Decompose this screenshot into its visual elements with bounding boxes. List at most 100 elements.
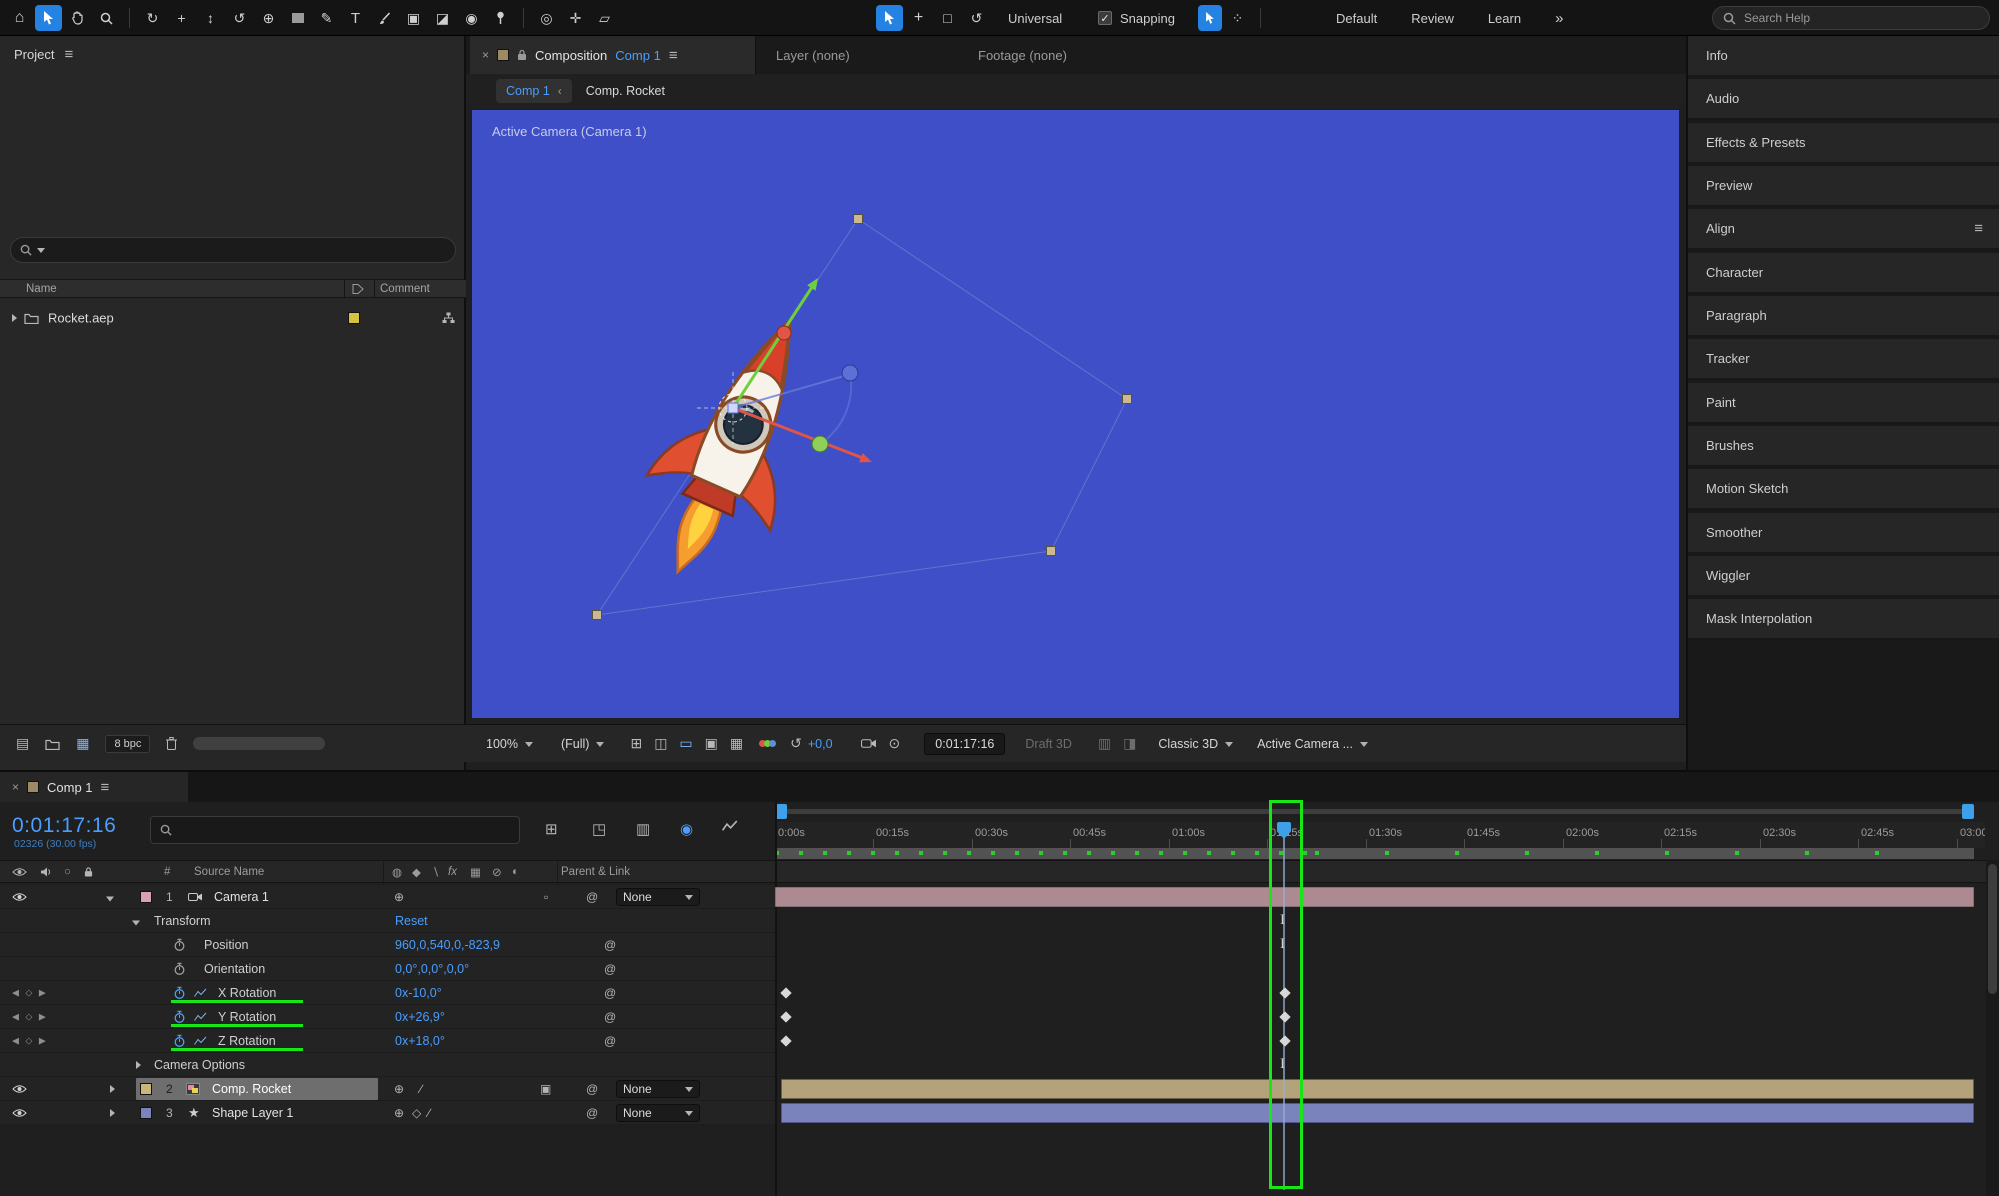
rocket-layer-duration-bar[interactable] xyxy=(781,1079,1974,1099)
magnification-dropdown[interactable]: 100% xyxy=(486,737,533,751)
orientation-value[interactable]: 0,0°,0,0°,0,0° xyxy=(395,962,469,976)
safe-zones-icon[interactable]: ⊞ xyxy=(630,735,642,752)
hide-shy-layers-icon[interactable]: ▥ xyxy=(636,820,650,838)
pick-whip-icon[interactable]: @ xyxy=(604,986,616,1000)
panel-menu-icon[interactable]: ≡ xyxy=(64,46,73,63)
composition-viewport[interactable]: Active Camera (Camera 1) xyxy=(472,110,1679,718)
move-gizmo-icon[interactable]: + xyxy=(905,5,932,31)
y-rotation-value[interactable]: 0x+26,9° xyxy=(395,1010,445,1024)
puppet-pin-tool-icon[interactable] xyxy=(487,5,514,31)
workspace-review[interactable]: Review xyxy=(1395,11,1470,26)
layer-row-shape-layer[interactable]: 3 ★ Shape Layer 1 ⊕ ◇ ∕ @ None xyxy=(0,1101,775,1125)
navigator-end-handle[interactable] xyxy=(1962,804,1974,819)
panel-tracker[interactable]: Tracker xyxy=(1688,339,1999,380)
pen-tool-icon[interactable]: ✎ xyxy=(313,5,340,31)
property-group-transform[interactable]: Transform Reset xyxy=(0,909,775,933)
stopwatch-icon-active[interactable] xyxy=(174,1034,185,1047)
y-rotation-label[interactable]: Y Rotation xyxy=(218,1010,276,1024)
reset-exposure-icon[interactable]: ↺ xyxy=(790,735,802,752)
parent-dropdown[interactable]: None xyxy=(616,1104,700,1122)
x-rotation-label[interactable]: X Rotation xyxy=(218,986,276,1000)
panel-character[interactable]: Character xyxy=(1688,253,1999,294)
eye-icon[interactable] xyxy=(12,1108,27,1118)
panel-audio[interactable]: Audio xyxy=(1688,79,1999,120)
preview-timecode[interactable]: 0:01:17:16 xyxy=(924,733,1005,755)
graph-icon[interactable] xyxy=(194,988,207,997)
position-label[interactable]: Position xyxy=(204,938,248,952)
timeline-tab-comp1[interactable]: × Comp 1 ≡ xyxy=(0,772,188,802)
keyframe-navigator[interactable]: ◀ ◇ ▶ xyxy=(12,1011,48,1022)
timeline-vertical-scrollbar[interactable] xyxy=(1986,860,1999,1196)
panel-menu-icon[interactable]: ≡ xyxy=(1974,220,1983,237)
eye-icon[interactable] xyxy=(12,1084,27,1094)
label-column-icon[interactable] xyxy=(352,283,364,294)
parent-dropdown[interactable]: None xyxy=(616,1080,700,1098)
lasso-tool-icon[interactable]: ▱ xyxy=(591,5,618,31)
quality-switch[interactable]: ⊕ xyxy=(394,1106,404,1120)
z-rotation-value[interactable]: 0x+18,0° xyxy=(395,1034,445,1048)
tab-layer[interactable]: Layer (none) xyxy=(776,36,850,74)
panel-brushes[interactable]: Brushes xyxy=(1688,426,1999,467)
stopwatch-icon[interactable] xyxy=(174,962,185,975)
list-view-icon[interactable]: ▤ xyxy=(16,735,29,752)
pick-whip-icon[interactable]: @ xyxy=(586,1106,598,1120)
rotate-gizmo-icon[interactable]: ↺ xyxy=(963,5,990,31)
draft-3d-toggle[interactable]: Draft 3D xyxy=(1025,737,1072,751)
panel-smoother[interactable]: Smoother xyxy=(1688,513,1999,554)
property-group-camera-options[interactable]: Camera Options xyxy=(0,1053,775,1077)
z-rotation-label[interactable]: Z Rotation xyxy=(218,1034,276,1048)
pick-whip-icon[interactable]: @ xyxy=(604,1034,616,1048)
new-composition-icon[interactable]: ▦ xyxy=(76,735,89,752)
hand-tool-icon[interactable] xyxy=(64,5,91,31)
type-tool-icon[interactable]: T xyxy=(342,5,369,31)
zoom-tool-icon[interactable] xyxy=(93,5,120,31)
pan-camera-tool-icon[interactable]: + xyxy=(168,5,195,31)
renderer-dropdown[interactable]: Classic 3D xyxy=(1158,737,1233,751)
scale-gizmo-icon[interactable]: □ xyxy=(934,5,961,31)
panel-effects-presets[interactable]: Effects & Presets xyxy=(1688,123,1999,164)
home-icon[interactable]: ⌂ xyxy=(6,5,33,31)
expand-icon[interactable] xyxy=(110,1109,119,1117)
snapshot-camera-icon[interactable] xyxy=(861,738,877,749)
expand-icon[interactable] xyxy=(106,896,114,905)
workspace-overflow-button[interactable]: » xyxy=(1539,10,1579,27)
keyframe-navigator[interactable]: ◀ ◇ ▶ xyxy=(12,987,48,998)
tab-target-name[interactable]: Comp 1 xyxy=(615,48,661,63)
quality-switch[interactable]: ⊕ xyxy=(394,1082,404,1096)
view-layout-dropdown[interactable]: Active Camera ... xyxy=(1257,737,1368,751)
project-search[interactable] xyxy=(10,237,456,263)
panel-menu-icon[interactable]: ≡ xyxy=(101,779,110,796)
quality-switch[interactable]: ⊕ xyxy=(394,890,404,904)
expand-icon[interactable] xyxy=(136,1061,145,1069)
timeline-navigator[interactable] xyxy=(775,809,1974,814)
pan-behind-tool-icon[interactable]: ⊕ xyxy=(255,5,282,31)
brush-tool-icon[interactable] xyxy=(371,5,398,31)
snap-bounds-icon[interactable]: ⁘ xyxy=(1224,5,1251,31)
panel-mask-interpolation[interactable]: Mask Interpolation xyxy=(1688,599,1999,640)
workspace-learn[interactable]: Learn xyxy=(1472,11,1537,26)
stopwatch-icon-active[interactable] xyxy=(174,986,185,999)
snapping-checkbox[interactable]: ✓ xyxy=(1098,11,1118,25)
graph-editor-icon[interactable] xyxy=(722,820,738,832)
property-row-orientation[interactable]: Orientation 0,0°,0,0°,0,0° @ xyxy=(0,957,775,981)
position-value[interactable]: 960,0,540,0,-823,9 xyxy=(395,938,500,952)
dolly-camera-tool-icon[interactable]: ↕ xyxy=(197,5,224,31)
orientation-label[interactable]: Orientation xyxy=(204,962,265,976)
timeline-search[interactable] xyxy=(150,816,520,844)
panel-menu-icon[interactable]: ≡ xyxy=(669,47,678,64)
close-icon[interactable]: × xyxy=(12,780,19,794)
name-column-label[interactable]: Name xyxy=(26,283,57,295)
cursor-plus-tool-icon[interactable]: ✛ xyxy=(562,5,589,31)
lock-icon[interactable] xyxy=(517,49,527,61)
ground-plane-icon[interactable]: ▥ xyxy=(1098,735,1111,752)
pick-whip-icon[interactable]: @ xyxy=(604,938,616,952)
snap-cursor-icon[interactable] xyxy=(1198,5,1222,31)
resolution-dropdown[interactable]: (Full) xyxy=(561,737,604,751)
close-icon[interactable]: × xyxy=(482,48,489,62)
layer-name[interactable]: Shape Layer 1 xyxy=(212,1106,293,1120)
transparency-grid-icon[interactable]: ▣ xyxy=(705,735,718,752)
layer-color-swatch[interactable] xyxy=(140,1107,152,1119)
layer-name[interactable]: Comp. Rocket xyxy=(212,1082,291,1096)
panel-wiggler[interactable]: Wiggler xyxy=(1688,556,1999,597)
graph-icon[interactable] xyxy=(194,1012,207,1021)
